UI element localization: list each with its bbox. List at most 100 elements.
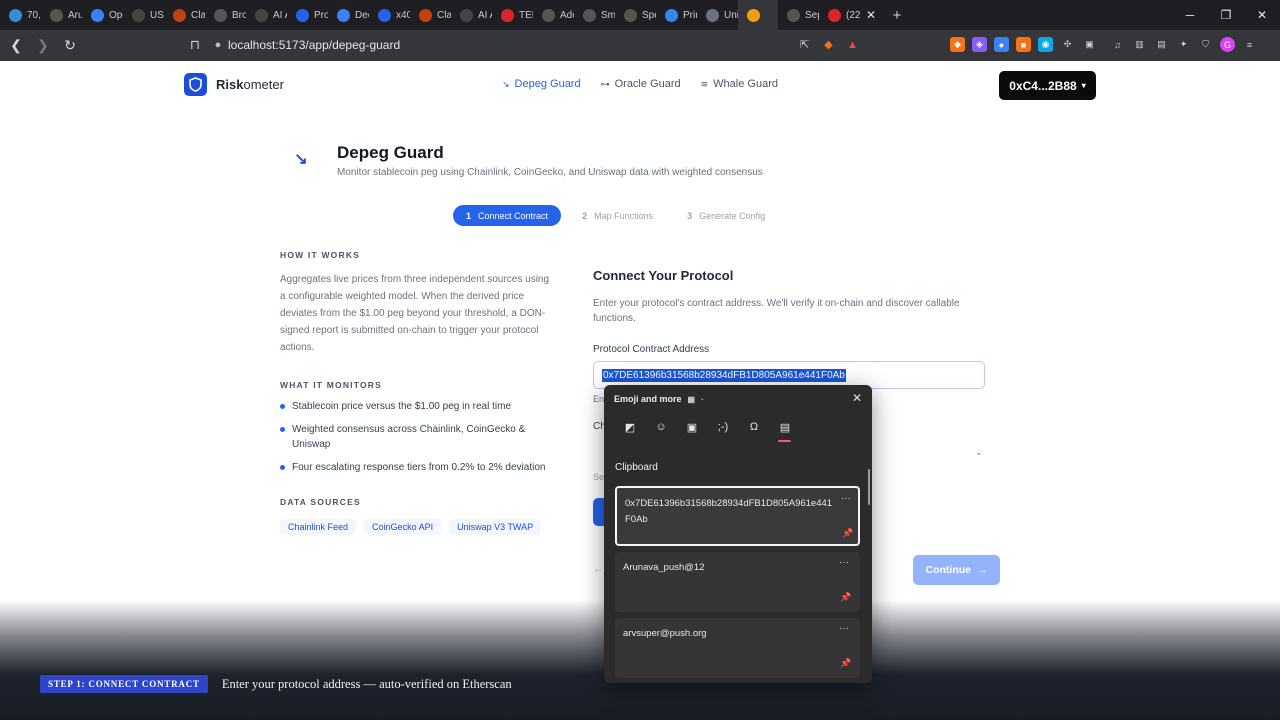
new-tab-button[interactable]: +	[882, 7, 912, 24]
browser-tab[interactable]: x40.	[369, 0, 410, 30]
extension-icon[interactable]: ■	[1016, 37, 1031, 52]
more-icon[interactable]: ···	[839, 623, 849, 634]
nav-oracle-guard[interactable]: ⊶ Oracle Guard	[601, 78, 681, 90]
back-icon[interactable]: ❮	[5, 35, 27, 57]
minimize-icon[interactable]: ─	[1172, 0, 1208, 30]
browser-tab[interactable]: Pro	[287, 0, 328, 30]
more-icon[interactable]: ···	[841, 493, 851, 504]
nav-depeg-guard[interactable]: ↘ Depeg Guard	[502, 78, 581, 90]
nav-whale-guard[interactable]: ≋ Whale Guard	[701, 78, 778, 90]
continue-button[interactable]: Continue →	[913, 555, 1000, 585]
step-connect-contract[interactable]: 1 Connect Contract	[453, 205, 562, 226]
browser-tab[interactable]: Bro	[205, 0, 246, 30]
panel-scrollbar[interactable]	[868, 469, 870, 505]
wallet-icon[interactable]: ▤	[1154, 37, 1169, 52]
wave-icon: ≋	[700, 78, 709, 89]
forward-icon[interactable]: ❯	[32, 35, 54, 57]
brave-rewards-icon[interactable]: ▲	[845, 37, 860, 52]
puzzle-icon[interactable]: ✣	[1060, 37, 1075, 52]
browser-tab[interactable]: Clau	[410, 0, 451, 30]
reload-icon[interactable]: ↻	[59, 35, 81, 57]
browser-tab[interactable]: 70,6	[0, 0, 41, 30]
pin-icon[interactable]: 📌	[842, 528, 853, 539]
clipboard-item[interactable]: arvsuper@push.org ··· 📌	[615, 618, 860, 678]
browser-tab[interactable]: AI A	[246, 0, 287, 30]
browser-tab[interactable]: AI A	[451, 0, 492, 30]
browser-tab[interactable]: Adc	[533, 0, 574, 30]
brave-shield-icon[interactable]: ◆	[821, 37, 836, 52]
browser-tab[interactable]: USD	[123, 0, 164, 30]
brand-logo[interactable]: Riskometer	[184, 73, 284, 96]
bookmark-icon[interactable]: ⊓	[182, 37, 208, 53]
close-window-icon[interactable]: ✕	[1244, 0, 1280, 30]
clipboard-item[interactable]: Arunava_push@12 ··· 📌	[615, 552, 860, 612]
browser-tab[interactable]: (221	[819, 0, 860, 30]
browser-tab[interactable]: Dec	[328, 0, 369, 30]
back-arrow-icon[interactable]: ←	[593, 564, 603, 575]
tab-label: Clau	[191, 9, 205, 21]
tab-label: Spe	[642, 9, 656, 21]
tab-label: 70,6	[27, 9, 41, 21]
tab-favicon-icon	[91, 8, 104, 22]
wallet-button[interactable]: 0xC4...2B88 ▾	[999, 71, 1096, 100]
panel-categories: ◩ ☺ ▣ ;-) Ω ▤	[622, 419, 793, 442]
clipboard-icon[interactable]: ▤	[777, 419, 793, 442]
pin-icon[interactable]: 📌	[840, 658, 851, 669]
dot-icon: ·	[701, 394, 704, 404]
browser-tab[interactable]: TEN	[492, 0, 533, 30]
music-icon[interactable]: ♫	[1110, 37, 1125, 52]
emoji-clipboard-panel: Emoji and more ▦ · ✕ ◩ ☺ ▣ ;-) Ω ▤ Clipb…	[604, 385, 872, 683]
profile-avatar[interactable]: G	[1220, 37, 1235, 52]
close-icon[interactable]: ✕	[852, 391, 862, 405]
tab-favicon-icon	[787, 8, 800, 22]
pin-icon[interactable]: 📌	[840, 592, 851, 603]
clipboard-item-text: 0x7DE61396b31568b28934dFB1D805A961e441F0…	[625, 498, 833, 525]
menu-icon[interactable]: ≡	[1242, 37, 1257, 52]
extension-icon[interactable]: ●	[994, 37, 1009, 52]
browser-tab[interactable]: Sma	[574, 0, 615, 30]
step-map-functions[interactable]: 2 Map Functions	[569, 205, 666, 226]
tab-favicon-icon	[214, 8, 227, 22]
chevron-down-icon[interactable]: ⌄	[975, 447, 983, 458]
sidebar-icon[interactable]: ▥	[1132, 37, 1147, 52]
brand-name-bold: Risk	[216, 77, 244, 92]
tab-favicon-icon	[665, 8, 678, 22]
step-generate-config[interactable]: 3 Generate Config	[674, 205, 778, 226]
tab-label: Clau	[437, 9, 451, 21]
tab-favicon-icon	[747, 8, 760, 22]
browser-tab[interactable]	[738, 0, 778, 30]
step-number: 1	[466, 210, 472, 221]
browser-tab[interactable]: Arun	[41, 0, 82, 30]
close-tab-icon[interactable]: ✕	[860, 8, 882, 22]
metamask-extension-icon[interactable]: ◆	[950, 37, 965, 52]
site-info-icon[interactable]: ●	[208, 39, 228, 51]
extension-icon[interactable]: ◈	[972, 37, 987, 52]
sticker-icon[interactable]: ◩	[622, 419, 638, 435]
grip-icon[interactable]: ▦	[688, 395, 696, 404]
tab-label: Arun	[68, 9, 82, 21]
vpn-icon[interactable]: ⛉	[1198, 37, 1213, 52]
screenshot-icon[interactable]: ▣	[1082, 37, 1097, 52]
list-item: Stablecoin price versus the $1.00 peg in…	[280, 399, 550, 414]
emoji-icon[interactable]: ☺	[653, 419, 669, 435]
browser-tab[interactable]: Clau	[164, 0, 205, 30]
extension-icon[interactable]: ◉	[1038, 37, 1053, 52]
app-header: Riskometer ↘ Depeg Guard ⊶ Oracle Guard ≋ W…	[0, 61, 1280, 109]
browser-tab[interactable]: Sep	[778, 0, 819, 30]
clipboard-item[interactable]: 0x7DE61396b31568b28934dFB1D805A961e441F0…	[615, 486, 860, 546]
selected-address-text[interactable]: 0x7DE61396b31568b28934dFB1D805A961e441F0…	[602, 368, 846, 382]
browser-tab[interactable]: Prin	[656, 0, 697, 30]
browser-tab[interactable]: Ope	[82, 0, 123, 30]
more-icon[interactable]: ···	[839, 557, 849, 568]
share-icon[interactable]: ⇱	[797, 37, 812, 52]
url-text[interactable]: localhost:5173/app/depeg-guard	[228, 38, 400, 52]
browser-tab[interactable]: Spe	[615, 0, 656, 30]
gif-icon[interactable]: ▣	[684, 419, 700, 435]
video-caption: STEP 1: CONNECT CONTRACT Enter your prot…	[40, 675, 512, 693]
kaomoji-icon[interactable]: ;-)	[715, 419, 731, 435]
maximize-icon[interactable]: ❐	[1208, 0, 1244, 30]
symbols-icon[interactable]: Ω	[746, 419, 762, 435]
address-bar[interactable]: ⊓ ● localhost:5173/app/depeg-guard	[182, 33, 872, 57]
browser-tab[interactable]: Unic	[697, 0, 738, 30]
ai-icon[interactable]: ✦	[1176, 37, 1191, 52]
